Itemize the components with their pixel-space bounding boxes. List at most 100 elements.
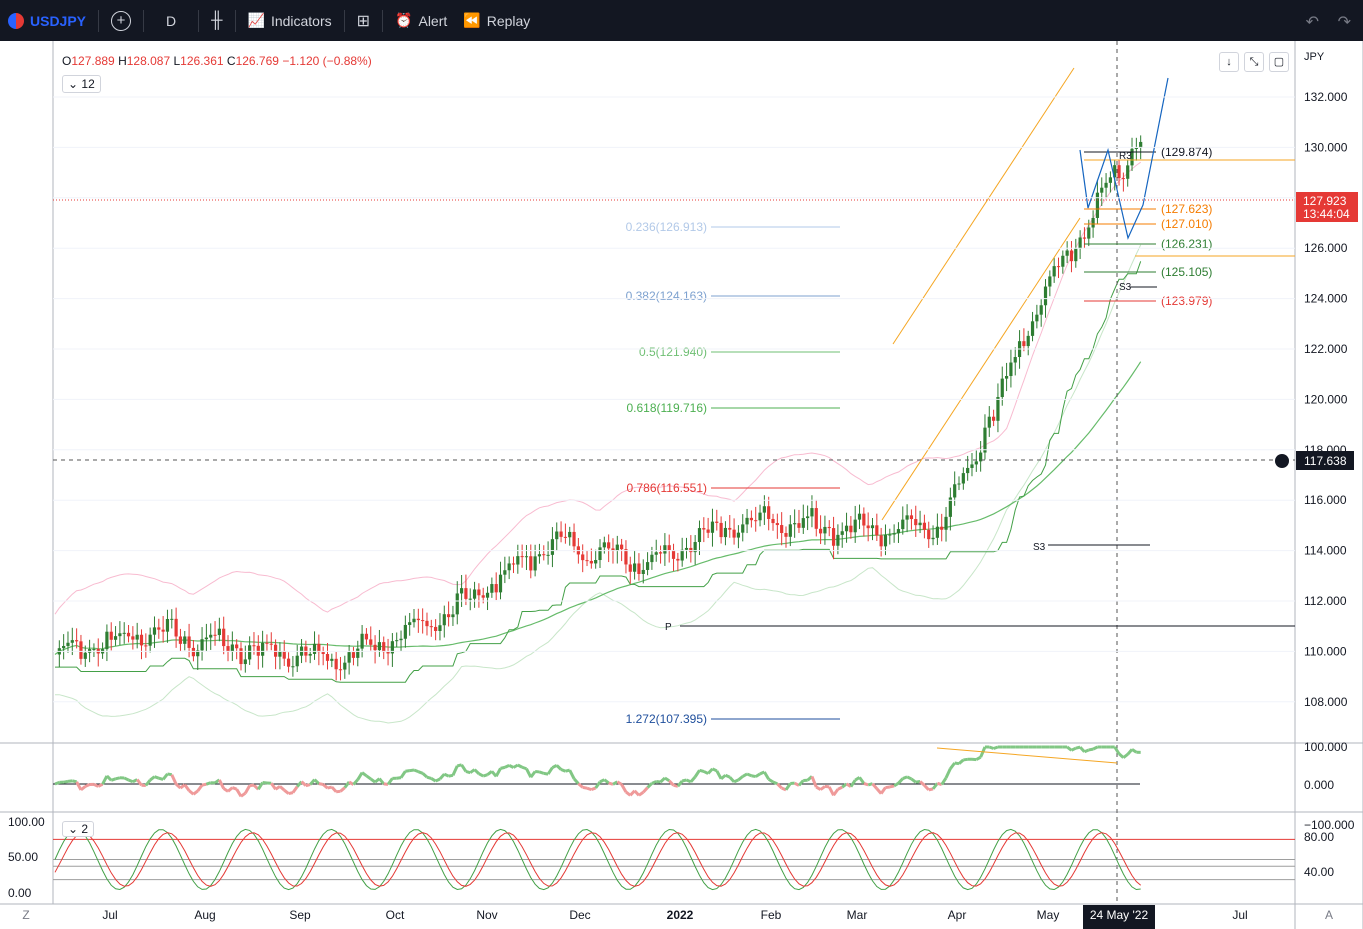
candle-body — [79, 641, 83, 659]
rsi-segment — [426, 775, 432, 780]
rsi-segment — [742, 772, 748, 778]
candle-body — [213, 634, 217, 636]
candle-body — [75, 640, 79, 642]
candle-body — [671, 550, 676, 559]
candle-body — [321, 652, 325, 654]
candle-body — [485, 592, 490, 598]
rsi-segment — [651, 780, 657, 785]
rsi-segment — [71, 779, 77, 784]
candle-body — [620, 544, 624, 550]
candle-body — [706, 529, 710, 533]
candle-body — [308, 653, 312, 656]
rsi-segment — [448, 773, 454, 778]
candle-body — [775, 523, 779, 526]
candle-body — [537, 554, 542, 557]
last-price-label: 127.923 — [1303, 194, 1347, 208]
candle-body — [248, 645, 252, 660]
candle-body — [836, 534, 840, 546]
candle-body — [901, 519, 905, 530]
candle-body — [970, 464, 974, 468]
rsi-segment — [500, 765, 506, 770]
candle-body — [563, 536, 567, 538]
candle-body — [1009, 362, 1013, 377]
candle-body — [88, 649, 92, 653]
candle-body — [1022, 341, 1026, 347]
fib-label: 0.5(121.940) — [639, 345, 707, 359]
candle-body — [265, 642, 269, 644]
pivot-label: (127.010) — [1161, 217, 1212, 231]
price-tick: 114.000 — [1304, 544, 1347, 558]
rsi-segment — [517, 763, 523, 769]
candle-body — [498, 574, 503, 593]
candle-body — [680, 549, 684, 561]
candle-body — [239, 648, 243, 665]
time-tick: Aug — [194, 908, 215, 922]
candle-body — [109, 631, 113, 640]
candle-body — [403, 624, 407, 639]
pivot-label: (125.105) — [1161, 265, 1212, 279]
candle-body — [334, 658, 338, 670]
candle-body — [187, 636, 191, 648]
candle-body — [1087, 227, 1091, 239]
candle-body — [529, 556, 533, 571]
rsi-segment — [711, 767, 718, 773]
candle-body — [961, 473, 965, 484]
rsi-segment — [863, 781, 869, 787]
candle-body — [382, 642, 386, 653]
arrow-down-icon[interactable]: ↓ — [1219, 52, 1239, 72]
candle-body — [810, 508, 814, 517]
candle-body — [931, 537, 935, 540]
rsi-segment — [167, 772, 173, 777]
rsi-segment — [54, 780, 60, 786]
price-tick: 130.000 — [1304, 140, 1348, 154]
time-tick: 2022 — [667, 908, 694, 922]
time-tick: Mar — [847, 908, 868, 922]
candle-body — [243, 659, 247, 665]
price-tick: 124.000 — [1304, 292, 1348, 306]
time-tick: Apr — [948, 908, 967, 922]
add-alert-icon — [1275, 454, 1289, 468]
candle-body — [637, 563, 641, 574]
candle-body — [992, 416, 996, 421]
candle-body — [369, 639, 373, 645]
candle-body — [684, 547, 689, 550]
candle-body — [689, 547, 693, 553]
candle-body — [594, 560, 598, 564]
candle-body — [161, 629, 165, 632]
crosshair-price-label: 117.638 — [1304, 454, 1347, 468]
maximize-icon[interactable]: ▢ — [1269, 52, 1289, 72]
fib-label: 1.272(107.395) — [626, 712, 707, 726]
collapse-icon[interactable]: ⤡ — [1244, 52, 1264, 72]
stoch-toggle[interactable]: ⌄ 2 — [62, 821, 95, 837]
s3-label: S3 — [1119, 282, 1132, 293]
candle-body — [343, 662, 347, 670]
candle-body — [92, 648, 96, 650]
candle-body — [568, 531, 572, 538]
candle-body — [425, 620, 429, 627]
candle-body — [1078, 237, 1082, 249]
candle-body — [1108, 177, 1112, 183]
rsi-segment — [751, 774, 756, 779]
candle-body — [1013, 357, 1017, 363]
candle-body — [1004, 376, 1009, 379]
rsi-segment — [478, 772, 484, 778]
rsi-segment — [154, 775, 160, 780]
chart-canvas[interactable]: 0.236(126.913) 0.382(124.163) 0.5(121.940)… — [0, 0, 1363, 929]
rsi-segment — [84, 783, 91, 788]
candle-body — [840, 531, 844, 535]
candle-body — [849, 525, 853, 533]
rsi-segment — [63, 779, 69, 784]
stoch-left-tick: 100.00 — [8, 815, 45, 829]
candle-body — [1134, 147, 1138, 149]
candle-body — [767, 506, 771, 519]
candle-body — [494, 584, 498, 593]
stoch-right-tick: 80.00 — [1304, 830, 1334, 844]
rsi-segment — [396, 776, 402, 780]
indicators-toggle[interactable]: ⌄ 12 — [62, 75, 101, 93]
pivot-label: (127.623) — [1161, 202, 1212, 216]
time-tick: Nov — [476, 908, 497, 922]
rsi-segment — [288, 791, 294, 796]
rsi-segment — [582, 785, 588, 790]
candle-body — [1056, 266, 1061, 268]
candle-body — [844, 525, 849, 532]
